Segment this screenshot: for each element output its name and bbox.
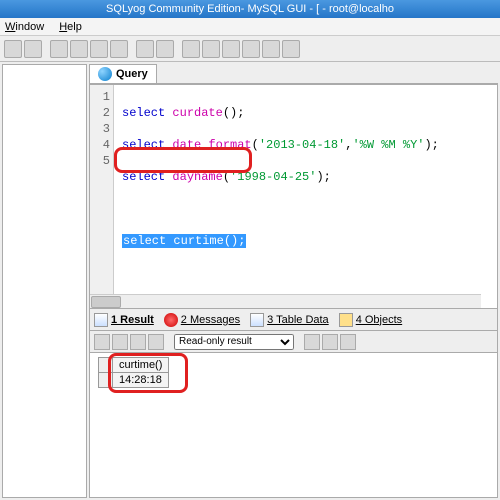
result-grid[interactable]: curtime() 14:28:18 bbox=[89, 353, 498, 498]
tab-result[interactable]: 1 Result bbox=[94, 313, 154, 327]
tab-messages[interactable]: 2 Messages bbox=[164, 313, 240, 327]
code-area[interactable]: select curdate(); select date_format('20… bbox=[118, 85, 497, 281]
horizontal-scrollbar[interactable] bbox=[90, 294, 481, 308]
info-icon bbox=[164, 313, 178, 327]
tool-icon[interactable] bbox=[94, 334, 110, 350]
globe-icon bbox=[98, 67, 112, 81]
tool-icon[interactable] bbox=[262, 40, 280, 58]
query-tab-strip: Query bbox=[89, 64, 498, 84]
corner-cell bbox=[99, 358, 113, 373]
tool-icon[interactable] bbox=[322, 334, 338, 350]
table-icon bbox=[250, 313, 264, 327]
tool-icon[interactable] bbox=[50, 40, 68, 58]
grid-icon bbox=[94, 313, 108, 327]
sql-editor[interactable]: 1 2 3 4 5 select curdate(); select date_… bbox=[89, 84, 498, 309]
title-bar: SQLyog Community Edition- MySQL GUI - [ … bbox=[0, 0, 500, 18]
menu-window[interactable]: WWindowindow bbox=[5, 21, 44, 33]
result-table: curtime() 14:28:18 bbox=[98, 357, 169, 388]
line-gutter: 1 2 3 4 5 bbox=[90, 85, 114, 308]
tool-icon[interactable] bbox=[156, 40, 174, 58]
tool-icon[interactable] bbox=[148, 334, 164, 350]
result-mode-select[interactable]: Read-only result bbox=[174, 334, 294, 350]
tool-icon[interactable] bbox=[304, 334, 320, 350]
tool-icon[interactable] bbox=[70, 40, 88, 58]
tool-icon[interactable] bbox=[222, 40, 240, 58]
tool-icon[interactable] bbox=[182, 40, 200, 58]
tool-icon[interactable] bbox=[90, 40, 108, 58]
tool-icon[interactable] bbox=[110, 40, 128, 58]
tool-icon[interactable] bbox=[130, 334, 146, 350]
row-header[interactable] bbox=[99, 373, 113, 388]
tool-icon[interactable] bbox=[202, 40, 220, 58]
tool-icon[interactable] bbox=[112, 334, 128, 350]
tool-icon[interactable] bbox=[242, 40, 260, 58]
menu-bar: WWindowindow HHelpelp bbox=[0, 18, 500, 36]
tab-objects[interactable]: 4 Objects bbox=[339, 313, 402, 327]
toolbar bbox=[0, 36, 500, 62]
object-browser-pane[interactable] bbox=[2, 64, 87, 498]
tool-icon[interactable] bbox=[340, 334, 356, 350]
tool-icon[interactable] bbox=[136, 40, 154, 58]
result-toolbar: Read-only result bbox=[89, 331, 498, 353]
tool-icon[interactable] bbox=[4, 40, 22, 58]
result-tab-strip: 1 Result 2 Messages 3 Table Data 4 Objec… bbox=[89, 309, 498, 331]
query-tab[interactable]: Query bbox=[89, 64, 157, 83]
tool-icon[interactable] bbox=[24, 40, 42, 58]
column-header[interactable]: curtime() bbox=[113, 358, 169, 373]
tab-tabledata[interactable]: 3 Table Data bbox=[250, 313, 329, 327]
cell[interactable]: 14:28:18 bbox=[113, 373, 169, 388]
query-tab-label: Query bbox=[116, 68, 148, 80]
menu-help[interactable]: HHelpelp bbox=[59, 21, 82, 33]
tool-icon[interactable] bbox=[282, 40, 300, 58]
objects-icon bbox=[339, 313, 353, 327]
